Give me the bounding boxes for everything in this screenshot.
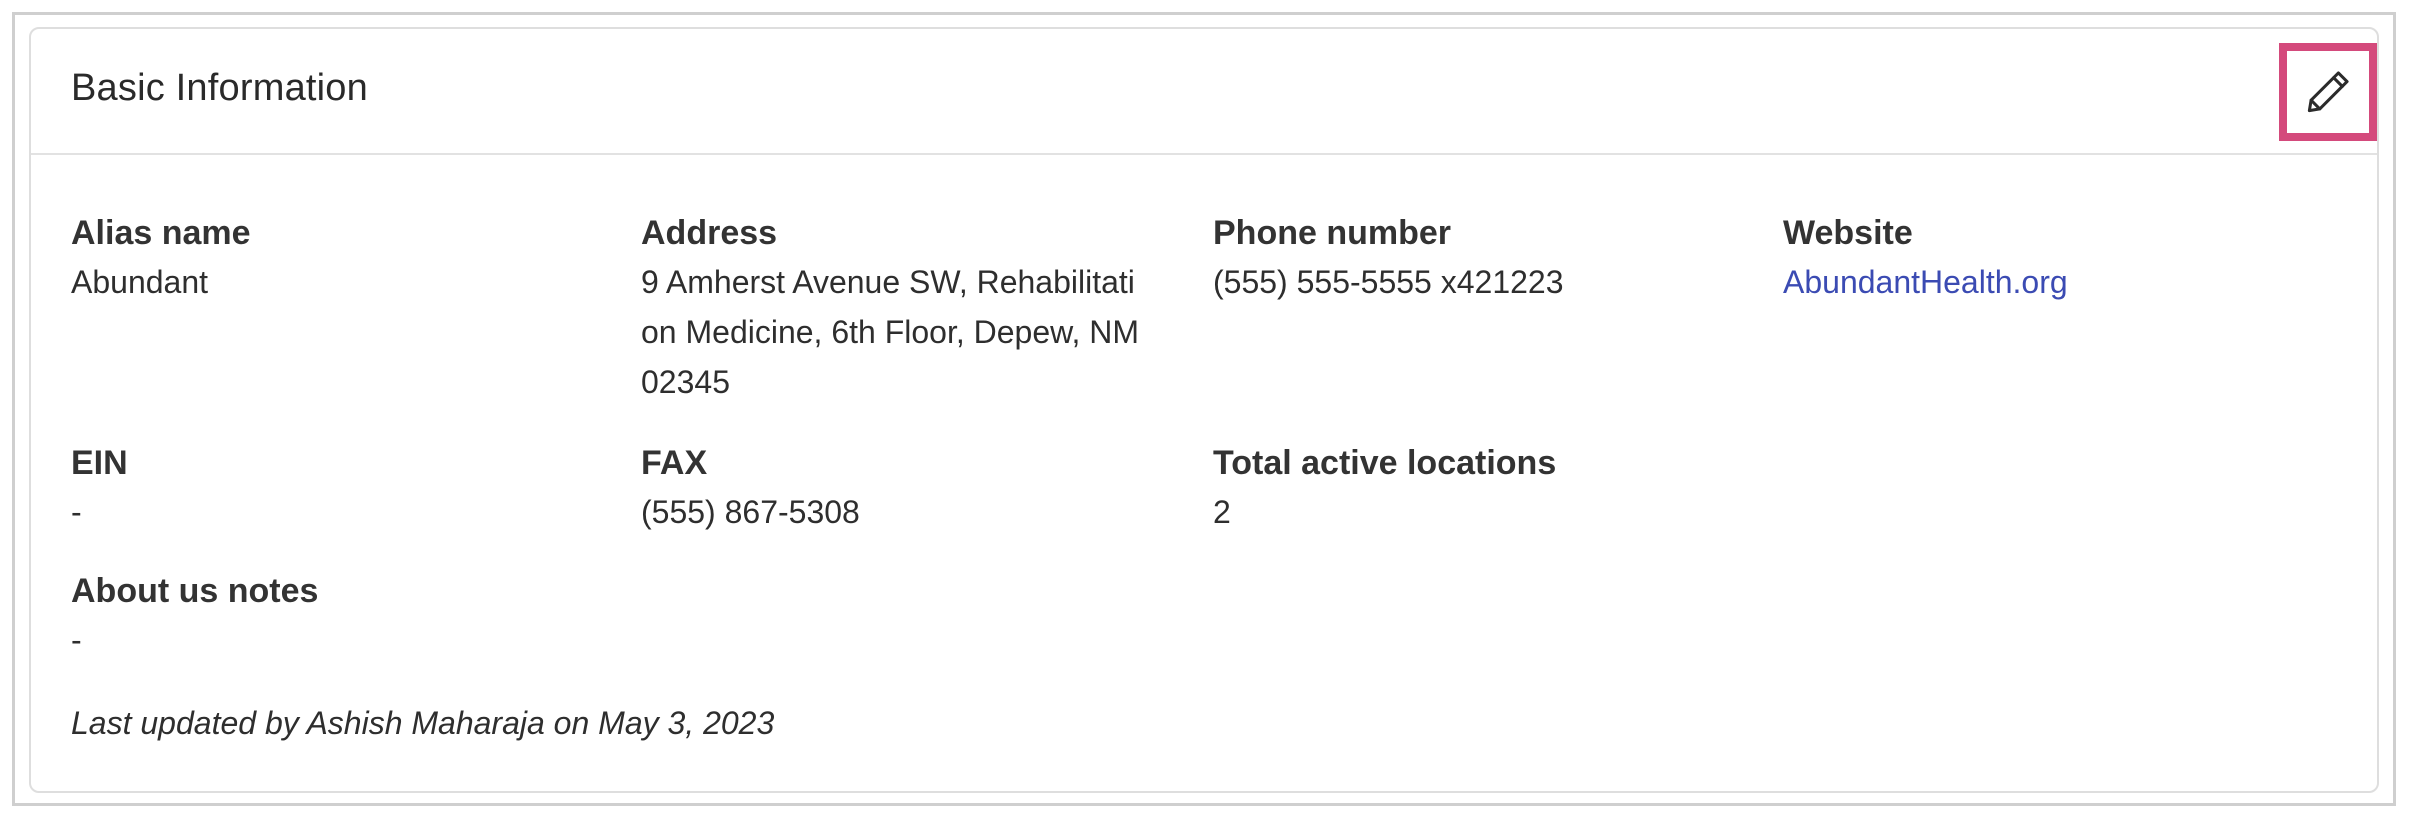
- phone-number-field: Phone number (555) 555-5555 x421223: [1213, 209, 1564, 307]
- about-us-notes-field: About us notes -: [71, 567, 318, 665]
- website-field: Website AbundantHealth.org: [1783, 209, 2068, 307]
- website-label: Website: [1783, 214, 1913, 252]
- address-line-1: 9 Amherst Avenue SW, Rehabilitati: [641, 264, 1135, 300]
- alias-name-field: Alias name Abundant: [71, 209, 251, 307]
- alias-name-value: Abundant: [71, 264, 209, 300]
- address-label: Address: [641, 214, 778, 252]
- total-active-locations-field: Total active locations 2: [1213, 439, 1556, 537]
- about-us-notes-label: About us notes: [71, 572, 319, 610]
- basic-information-card: Basic Information Alias name Abundant Ad…: [29, 27, 2379, 793]
- phone-number-value: (555) 555-5555 x421223: [1213, 264, 1564, 300]
- total-active-locations-label: Total active locations: [1213, 444, 1557, 482]
- ein-value: -: [71, 494, 82, 530]
- phone-number-label: Phone number: [1213, 214, 1452, 252]
- card-title: Basic Information: [71, 67, 368, 109]
- about-us-notes-value: -: [71, 622, 82, 658]
- address-line-3: 02345: [641, 364, 730, 400]
- fax-label: FAX: [641, 444, 708, 482]
- address-field: Address 9 Amherst Avenue SW, Rehabilitat…: [641, 209, 1139, 407]
- screenshot-frame: Basic Information Alias name Abundant Ad…: [12, 12, 2396, 806]
- last-updated-note: Last updated by Ashish Maharaja on May 3…: [71, 705, 775, 741]
- address-value: 9 Amherst Avenue SW, Rehabilitati on Med…: [641, 257, 1139, 407]
- card-header: Basic Information: [31, 29, 2377, 155]
- alias-name-label: Alias name: [71, 214, 251, 252]
- ein-label: EIN: [71, 444, 128, 482]
- fax-value: (555) 867-5308: [641, 494, 860, 530]
- edit-button[interactable]: [2279, 43, 2377, 141]
- total-active-locations-value: 2: [1213, 494, 1231, 530]
- address-line-2: on Medicine, 6th Floor, Depew, NM: [641, 314, 1140, 350]
- website-link[interactable]: AbundantHealth.org: [1783, 257, 2068, 307]
- fax-field: FAX (555) 867-5308: [641, 439, 860, 537]
- pencil-icon: [2307, 71, 2349, 113]
- ein-field: EIN -: [71, 439, 128, 537]
